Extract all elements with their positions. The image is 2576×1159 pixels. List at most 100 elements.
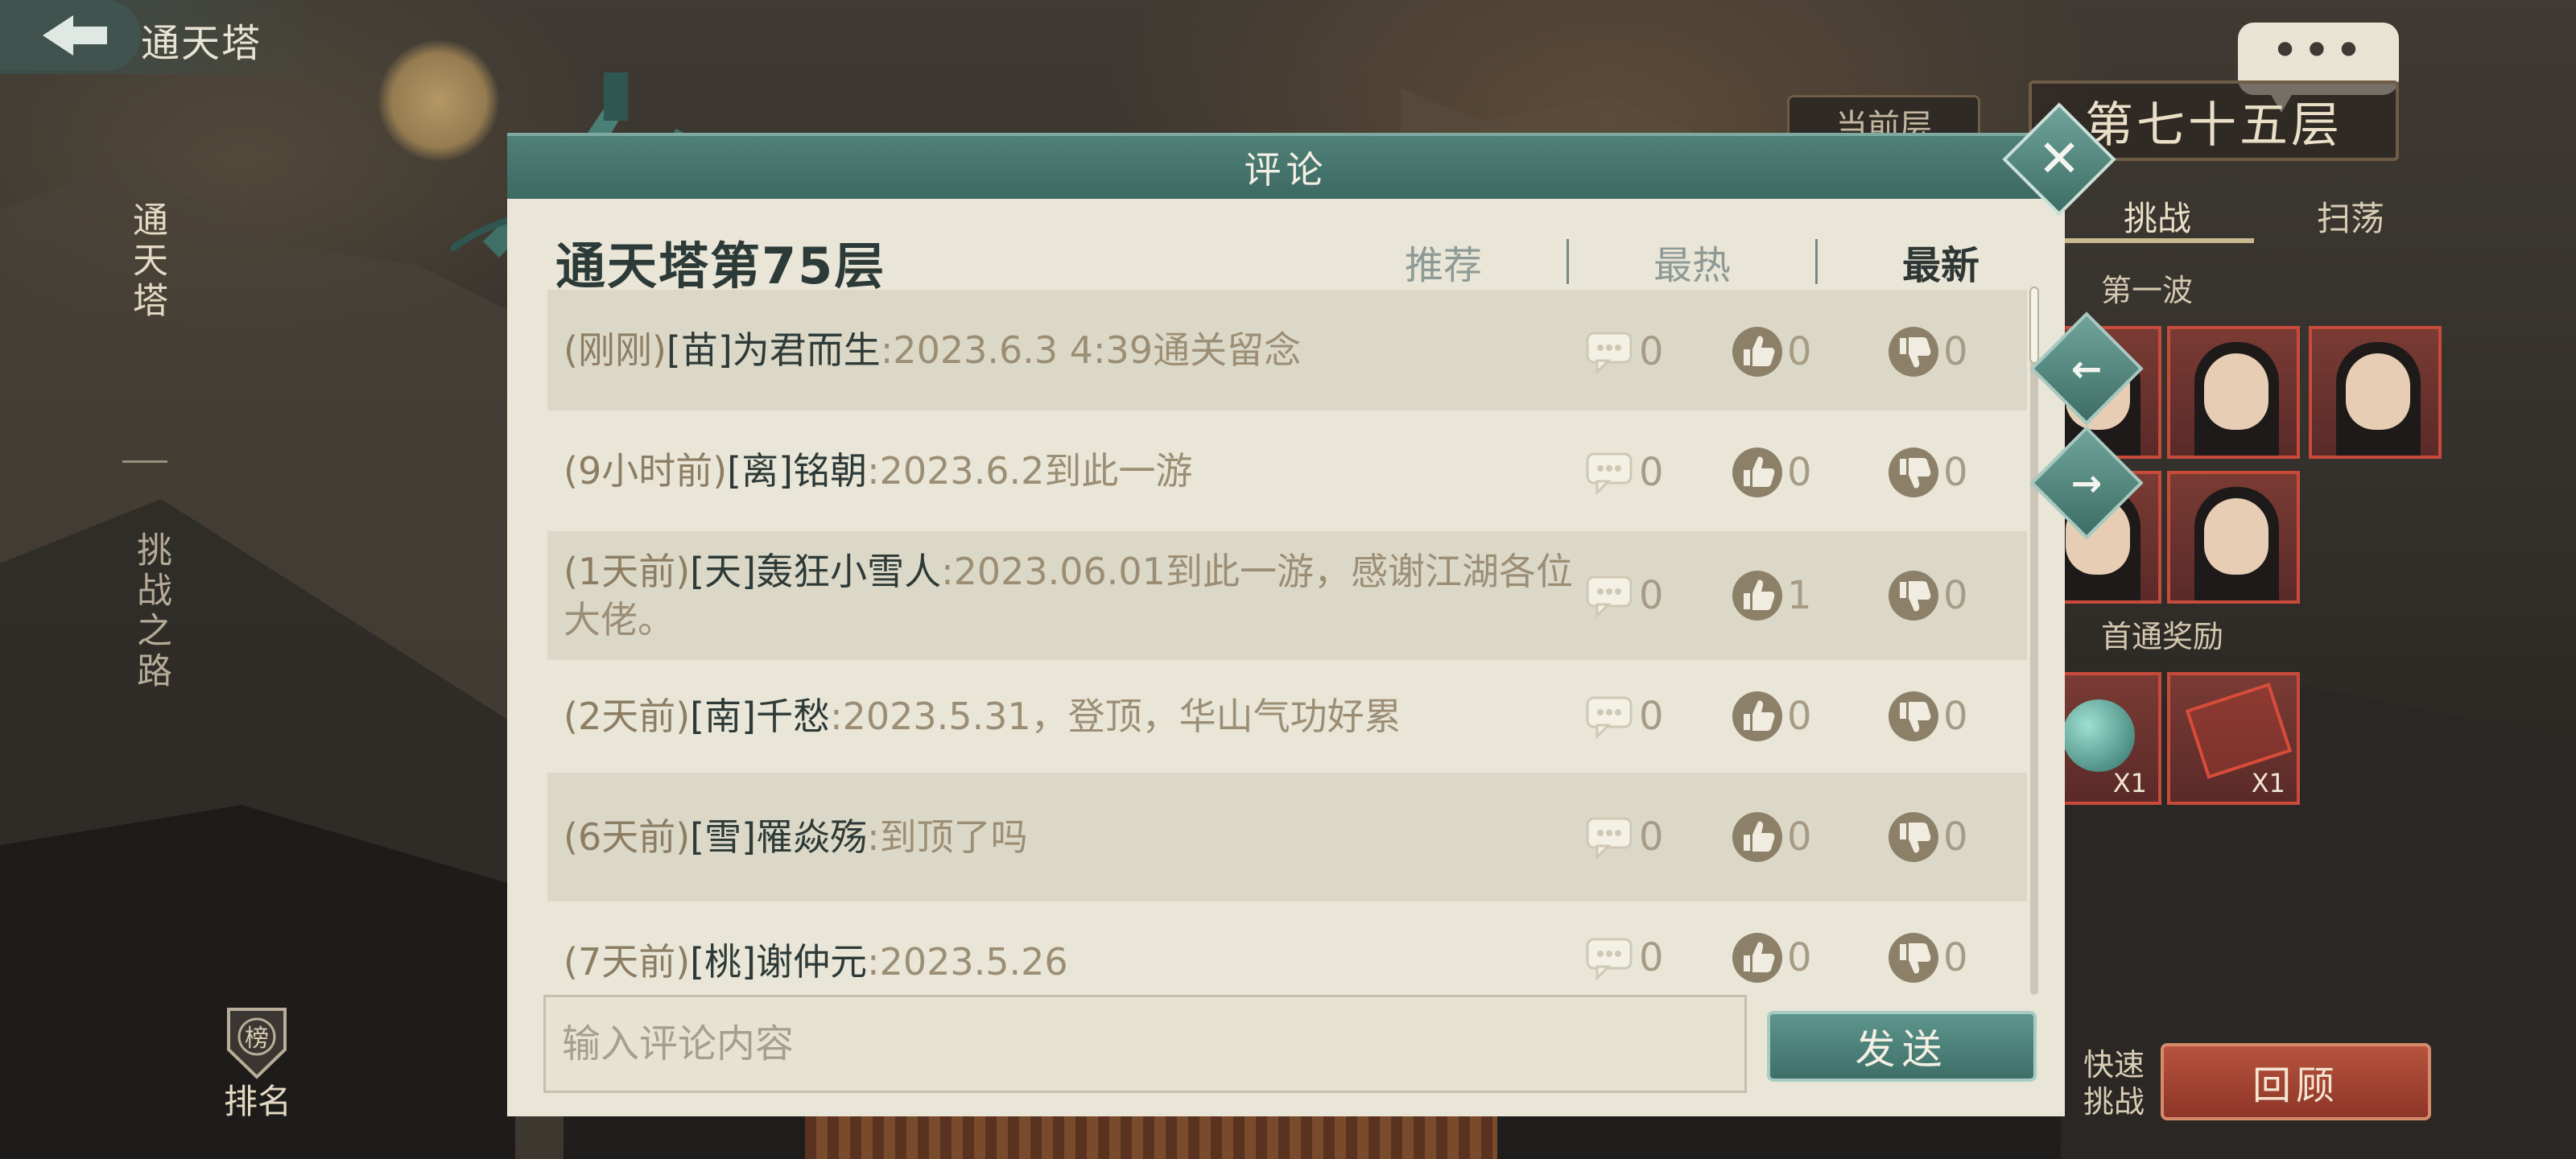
comment-user[interactable]: [离]铭朝: [727, 449, 867, 493]
like-stat[interactable]: 1: [1731, 569, 1812, 622]
like-stat[interactable]: 0: [1731, 690, 1812, 743]
reply-icon: [1586, 817, 1633, 860]
dislike-icon: [1889, 812, 1938, 862]
send-button[interactable]: 发送: [1767, 1011, 2037, 1082]
dislike-stat[interactable]: 0: [1887, 446, 1968, 499]
orb-icon: [2062, 699, 2135, 772]
comment-user[interactable]: [雪]罹焱殇: [690, 815, 867, 859]
modal-title: 评论: [1244, 148, 1328, 192]
comment-text: (6天前)[雪]罹焱殇:到顶了吗: [547, 813, 1578, 861]
review-button[interactable]: 回顾: [2161, 1043, 2431, 1120]
enemy-portrait-5[interactable]: [2167, 471, 2300, 604]
comment-text: (1天前)[天]轰狂小雪人:2023.06.01到此一游，感谢江湖各位大佬。: [547, 547, 1578, 644]
enemy-portrait-3[interactable]: [2309, 326, 2442, 459]
comment-list[interactable]: (刚刚)[苗]为君而生:2023.6.3 4:39通关留念 (9小时前)[离]铭…: [547, 290, 2027, 998]
rank-badge-text: 榜: [245, 1025, 269, 1053]
left-nav-tower[interactable]: 通天塔: [121, 201, 177, 394]
wave-label: 第一波: [2101, 273, 2194, 308]
comment-time: (6天前): [564, 815, 691, 859]
reward-qty: X1: [2251, 768, 2285, 798]
reply-stat[interactable]: 0: [1583, 569, 1664, 622]
fast-battle-label[interactable]: 快速挑战: [2083, 1046, 2148, 1120]
modal-header: 评论: [507, 133, 2065, 199]
like-count: 0: [1787, 935, 1812, 980]
like-stat[interactable]: 0: [1731, 325, 1812, 378]
dislike-stat[interactable]: 0: [1887, 690, 1968, 743]
dislike-count: 0: [1943, 450, 1968, 495]
side-tabs: 挑战 扫荡: [2061, 187, 2447, 243]
comment-text: (2天前)[南]千愁:2023.5.31，登顶，华山气功好累: [547, 692, 1578, 740]
comment-body: :2023.6.3 4:39通关留念: [880, 328, 1302, 372]
reply-stat[interactable]: 0: [1583, 325, 1664, 378]
comment-text: (刚刚)[苗]为君而生:2023.6.3 4:39通关留念: [547, 326, 1578, 374]
comment-body: :2023.6.2到此一游: [867, 449, 1193, 493]
dislike-stat[interactable]: 0: [1887, 569, 1968, 622]
reply-stat[interactable]: 0: [1583, 810, 1664, 864]
dislike-icon: [1889, 327, 1938, 377]
like-icon: [1732, 691, 1782, 741]
sort-tab-recommended[interactable]: 推荐: [1320, 233, 1567, 290]
tab-sweep[interactable]: 扫荡: [2254, 187, 2447, 243]
sort-tabs: 推荐 最热 最新: [1320, 233, 2064, 290]
reply-icon: [1586, 332, 1633, 375]
like-count: 0: [1787, 694, 1812, 739]
rank-label: 排名: [224, 1082, 292, 1121]
dislike-count: 0: [1943, 329, 1968, 374]
reply-icon: [1586, 452, 1633, 496]
like-count: 0: [1787, 815, 1812, 860]
comment-input[interactable]: [562, 997, 1744, 1091]
reply-count: 0: [1639, 573, 1664, 618]
like-stat[interactable]: 0: [1731, 810, 1812, 864]
comment-text: (9小时前)[离]铭朝:2023.6.2到此一游: [547, 447, 1578, 495]
dislike-icon: [1889, 448, 1938, 497]
reply-stat[interactable]: 0: [1583, 446, 1664, 499]
reply-count: 0: [1639, 694, 1664, 739]
sort-tab-newest[interactable]: 最新: [1818, 233, 2064, 290]
dislike-icon: [1889, 571, 1938, 621]
reply-stat[interactable]: 0: [1583, 931, 1664, 984]
left-nav-road[interactable]: 挑战之路: [125, 531, 176, 692]
comment-time: (9小时前): [564, 449, 728, 493]
comment-time: (7天前): [564, 940, 691, 984]
comment-body: :到顶了吗: [867, 815, 1028, 859]
reply-icon: [1586, 575, 1633, 619]
dislike-stat[interactable]: 0: [1887, 810, 1968, 864]
reply-stat[interactable]: 0: [1583, 690, 1664, 743]
comment-scroll-thumb[interactable]: [2029, 287, 2039, 364]
rank-shield-icon[interactable]: 榜: [224, 1004, 290, 1082]
comment-time: (1天前): [564, 550, 691, 593]
comment-time: (刚刚): [564, 328, 667, 372]
page-title: 通天塔: [141, 21, 262, 66]
left-nav-divider: [122, 460, 167, 463]
tower-base-decoration: [805, 1111, 1497, 1159]
dislike-stat[interactable]: 0: [1887, 931, 1968, 984]
dislike-count: 0: [1943, 573, 1968, 618]
top-bar: 通天塔: [0, 0, 338, 74]
enemy-portrait-2[interactable]: [2167, 326, 2300, 459]
comment-user[interactable]: [天]轰狂小雪人: [690, 550, 941, 593]
dislike-stat[interactable]: 0: [1887, 325, 1968, 378]
like-stat[interactable]: 0: [1731, 446, 1812, 499]
comment-user[interactable]: [苗]为君而生: [667, 328, 881, 372]
comment-scrollbar[interactable]: [2030, 287, 2038, 995]
dislike-icon: [1889, 691, 1938, 741]
comment-user[interactable]: [桃]谢仲元: [690, 940, 867, 984]
like-stat[interactable]: 0: [1731, 931, 1812, 984]
comment-user[interactable]: [南]千愁: [690, 695, 830, 738]
comment-input-box[interactable]: [543, 995, 1747, 1093]
reply-count: 0: [1639, 450, 1664, 495]
dislike-count: 0: [1943, 694, 1968, 739]
reward-item-claimed[interactable]: X1: [2167, 672, 2300, 805]
back-button[interactable]: [0, 0, 141, 71]
like-count: 0: [1787, 329, 1812, 374]
comment-time: (2天前): [564, 695, 691, 738]
fast-battle-text: 快速挑战: [2083, 1047, 2145, 1120]
like-icon: [1732, 571, 1782, 621]
left-nav-tower-label: 通天塔: [126, 201, 167, 322]
like-icon: [1732, 327, 1782, 377]
like-icon: [1732, 812, 1782, 862]
like-icon: [1732, 448, 1782, 497]
sort-tab-hottest[interactable]: 最热: [1569, 233, 1815, 290]
comment-text: (7天前)[桃]谢仲元:2023.5.26: [547, 938, 1578, 986]
dislike-icon: [1889, 933, 1938, 983]
